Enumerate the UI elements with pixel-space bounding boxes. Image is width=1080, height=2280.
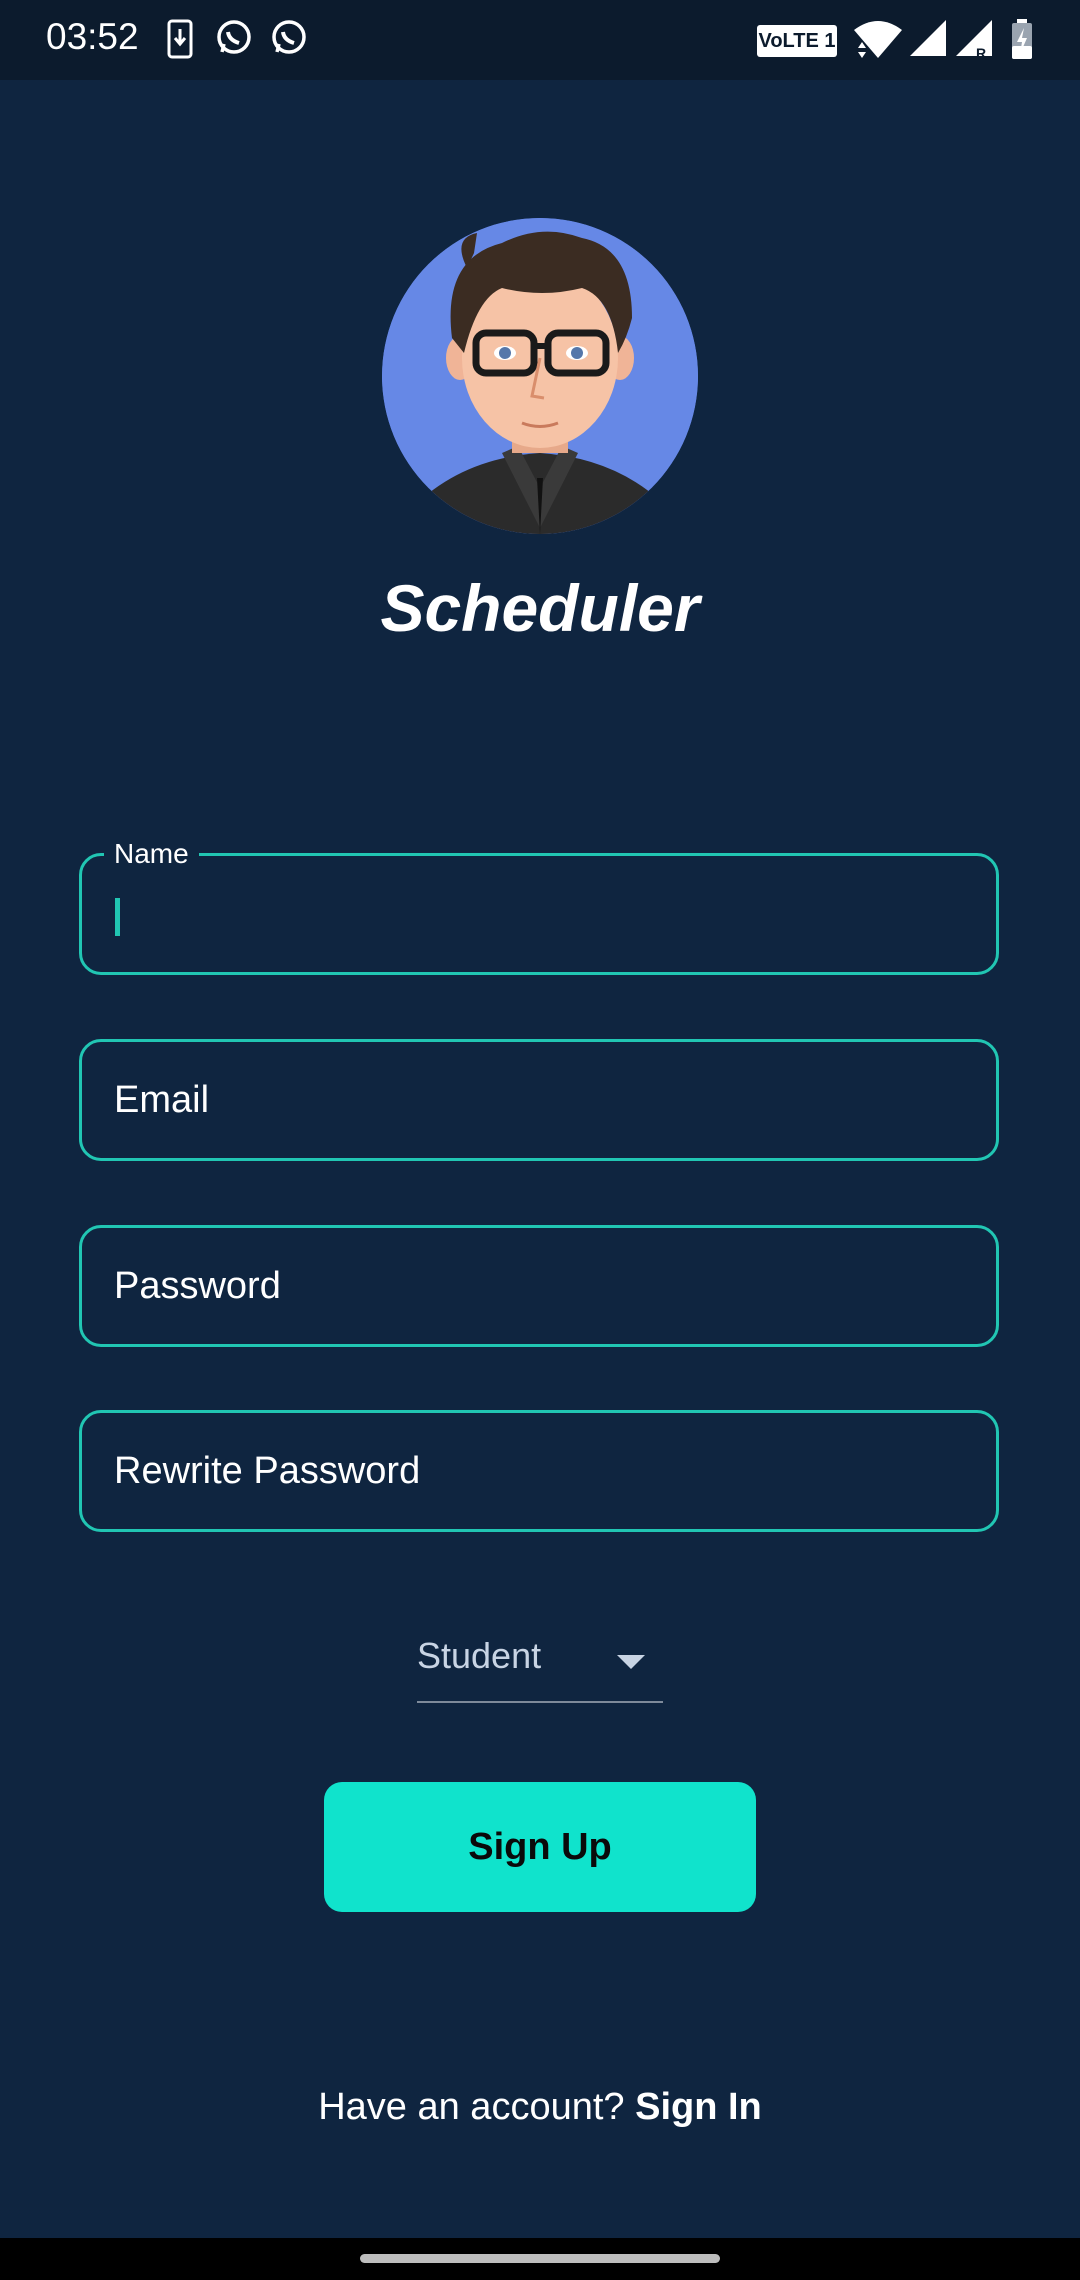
signal-roaming-icon: R <box>956 20 992 60</box>
signal-icon <box>910 20 946 56</box>
app-title: Scheduler <box>380 571 700 645</box>
role-dropdown-value: Student <box>417 1635 542 1676</box>
wifi-icon <box>854 21 902 58</box>
whatsapp-icon <box>272 20 306 54</box>
avatar <box>382 218 698 534</box>
role-dropdown[interactable]: Student <box>417 1625 663 1703</box>
name-field-label: Name <box>104 836 199 872</box>
volte-badge: VoLTE 1 <box>757 25 837 57</box>
navigation-bar <box>0 2238 1080 2280</box>
whatsapp-icon <box>217 20 251 54</box>
download-icon <box>167 19 193 59</box>
avatar-illustration <box>382 218 698 534</box>
battery-charging-icon <box>1012 19 1032 59</box>
status-time: 03:52 <box>46 16 139 57</box>
name-field[interactable]: Name <box>79 836 999 975</box>
password-field-placeholder: Password <box>114 1265 281 1307</box>
status-bar: 03:52 VoLTE 1 R <box>0 0 1080 80</box>
have-account-text: Have an account? <box>318 2086 625 2128</box>
rewrite-password-field-placeholder: Rewrite Password <box>114 1450 421 1492</box>
password-field[interactable]: Password <box>79 1225 999 1347</box>
signin-link[interactable]: Sign In <box>635 2086 762 2128</box>
home-gesture-handle[interactable] <box>360 2254 720 2263</box>
signup-button[interactable]: Sign Up <box>324 1782 756 1912</box>
rewrite-password-field[interactable]: Rewrite Password <box>79 1410 999 1532</box>
text-cursor <box>115 898 120 936</box>
email-field[interactable]: Email <box>79 1039 999 1161</box>
signin-prompt: Have an account? Sign In <box>0 2086 1080 2129</box>
email-field-placeholder: Email <box>114 1079 210 1121</box>
svg-text:R: R <box>976 45 986 60</box>
chevron-down-icon <box>617 1655 645 1669</box>
